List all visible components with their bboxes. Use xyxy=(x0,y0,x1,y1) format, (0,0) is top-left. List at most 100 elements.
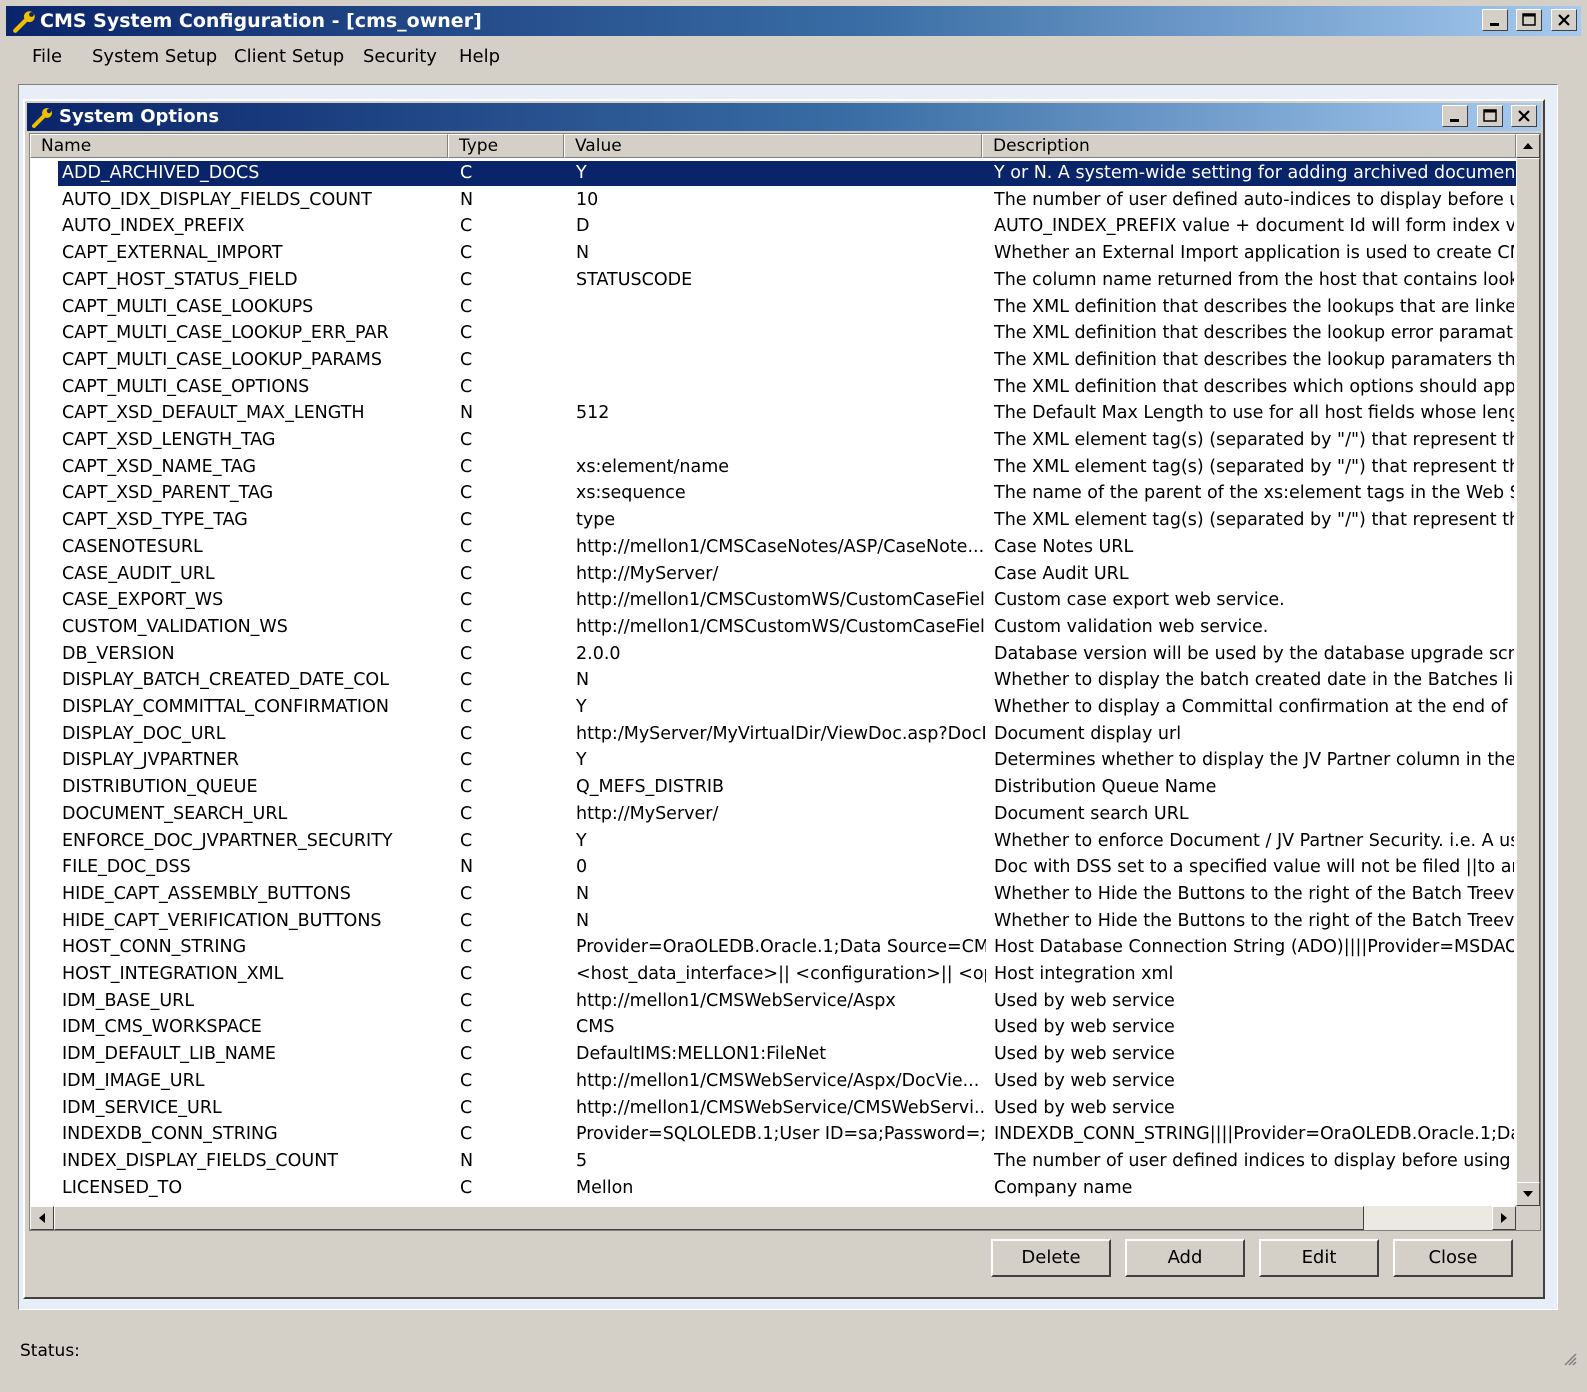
table-row[interactable]: CAPT_MULTI_CASE_LOOKUP_PARAMS C The XML de… xyxy=(30,347,1516,374)
minimize-button[interactable] xyxy=(1481,9,1508,31)
table-row[interactable]: INDEX_DISPLAY_FIELDS_COUNT N 5 The number o… xyxy=(30,1148,1516,1175)
column-header-type[interactable]: Type xyxy=(448,134,564,158)
horizontal-scroll-thumb[interactable] xyxy=(54,1206,1364,1230)
title-bar[interactable]: CMS System Configuration - [cms_owner] xyxy=(6,6,1581,36)
menu-client-setup[interactable]: Client Setup xyxy=(234,46,344,67)
table-row[interactable]: CAPT_MULTI_CASE_OPTIONS C The XML definiti… xyxy=(30,374,1516,401)
cell-name: CUSTOM_VALIDATION_WS xyxy=(62,616,288,637)
table-row[interactable]: DOCUMENT_SEARCH_URL Chttp://MyServer/Docu… xyxy=(30,801,1516,828)
table-row[interactable]: HOST_CONN_STRING C Provider=OraOLEDB.Oracl… xyxy=(30,934,1516,961)
table-row[interactable]: DISPLAY_JVPARTNER C Y Determines whether to… xyxy=(30,747,1516,774)
cell-description: Whether to display a Committal confirmat… xyxy=(994,697,1514,717)
cell-description: Used by web service xyxy=(994,1097,1175,1118)
table-row[interactable]: FILE_DOC_DSS N 0 Doc with DSS set to a spec… xyxy=(30,854,1516,881)
table-row[interactable]: IDM_SERVICE_URL Chttp://mellon1/CMSWebSer… xyxy=(30,1095,1516,1122)
table-row[interactable]: DISTRIBUTION_QUEUE C Q_MEFS_DISTRIB Distrib… xyxy=(30,774,1516,801)
table-row[interactable]: CAPT_XSD_NAME_TAG Cxs:element/name The XML… xyxy=(30,454,1516,481)
table-row[interactable]: IDM_IMAGE_URL Chttp://mellon1/CMSWebServi… xyxy=(30,1068,1516,1095)
cell-value: N xyxy=(576,670,590,691)
table-row[interactable]: CAPT_MULTI_CASE_LOOKUPS C The XML definiti… xyxy=(30,294,1516,321)
table-row[interactable]: INDEXDB_CONN_STRING C Provider=SQLOLEDB.1;… xyxy=(30,1121,1516,1148)
child-minimize-button[interactable] xyxy=(1442,105,1469,127)
table-row[interactable]: CUSTOM_VALIDATION_WS Chttp://mellon1/CMSC… xyxy=(30,614,1516,641)
scroll-up-button[interactable] xyxy=(1516,134,1540,158)
edit-button[interactable]: Edit xyxy=(1259,1239,1379,1277)
child-maximize-button[interactable] xyxy=(1476,105,1503,127)
cell-description: INDEXDB_CONN_STRING||||Provider=OraOLEDB… xyxy=(994,1124,1514,1145)
menu-file[interactable]: File xyxy=(32,46,62,67)
child-close-button[interactable] xyxy=(1511,105,1537,127)
table-row[interactable]: DISPLAY_BATCH_CREATED_DATE_COL C N Whether … xyxy=(30,667,1516,694)
table-row[interactable]: ENFORCE_DOC_JVPARTNER_SECURITY C Y Whether … xyxy=(30,828,1516,855)
horizontal-scrollbar[interactable] xyxy=(30,1206,1516,1230)
table-row[interactable]: CAPT_EXTERNAL_IMPORT C N Whether an Externa… xyxy=(30,240,1516,267)
menu-help[interactable]: Help xyxy=(459,46,500,67)
cell-value: http://mellon1/CMSWebService/CMSWebServi… xyxy=(576,1097,986,1118)
cell-type: C xyxy=(460,1017,473,1038)
cell-description: Host Database Connection String (ADO)|||… xyxy=(994,937,1514,958)
column-header-value[interactable]: Value xyxy=(564,134,982,158)
vertical-scrollbar[interactable] xyxy=(1516,134,1540,1206)
column-header-name[interactable]: Name xyxy=(30,134,448,158)
cell-description: The XML element tag(s) (separated by "/"… xyxy=(994,510,1514,531)
scroll-down-button[interactable] xyxy=(1516,1182,1540,1206)
wrench-icon xyxy=(13,11,35,33)
scrollbar-corner xyxy=(1516,1206,1540,1230)
menu-system-setup[interactable]: System Setup xyxy=(92,46,217,67)
cell-type: C xyxy=(460,990,473,1011)
cell-type: N xyxy=(460,857,474,878)
table-row[interactable]: DISPLAY_DOC_URL Chttp:/MyServer/MyVirtual… xyxy=(30,721,1516,748)
table-row[interactable]: IDM_CMS_WORKSPACE C CMS Used by web service xyxy=(30,1014,1516,1041)
add-button[interactable]: Add xyxy=(1125,1239,1245,1277)
cell-name: CAPT_MULTI_CASE_LOOKUP_ERR_PAR xyxy=(62,323,389,344)
scroll-left-button[interactable] xyxy=(30,1206,54,1230)
cell-description: The name of the parent of the xs:element… xyxy=(994,483,1514,504)
table-row[interactable]: IDM_BASE_URL Chttp://mellon1/CMSWebServic… xyxy=(30,988,1516,1015)
scroll-right-button[interactable] xyxy=(1492,1206,1516,1230)
cell-description: Used by web service xyxy=(994,990,1175,1011)
menu-security[interactable]: Security xyxy=(363,46,437,67)
cell-value: http://mellon1/CMSCustomWS/CustomCaseFie… xyxy=(576,616,986,637)
mdi-client-area: System Options Name Type Value Descripti… xyxy=(18,84,1558,1310)
cell-type: C xyxy=(460,483,473,504)
arrow-up-icon xyxy=(1523,143,1533,149)
cell-value: 5 xyxy=(576,1150,588,1171)
close-button[interactable]: Close xyxy=(1393,1239,1513,1277)
cell-value: N xyxy=(576,910,590,931)
table-row[interactable]: AUTO_INDEX_PREFIX C D AUTO_INDEX_PREFIX val… xyxy=(30,213,1516,240)
table-row[interactable]: IDM_DEFAULT_LIB_NAME C DefaultIMS:MELLON1:… xyxy=(30,1041,1516,1068)
table-row[interactable]: CAPT_XSD_LENGTH_TAG C The XML element tag(… xyxy=(30,427,1516,454)
table-row[interactable]: ADD_ARCHIVED_DOCS C Y Y or N. A system-wide… xyxy=(30,160,1516,187)
table-row[interactable]: CAPT_HOST_STATUS_FIELD C STATUSCODE The col… xyxy=(30,267,1516,294)
options-list-view[interactable]: Name Type Value Description ADD_ARCHIVED… xyxy=(29,133,1541,1231)
child-title-bar[interactable]: System Options xyxy=(27,103,1541,131)
maximize-button[interactable] xyxy=(1516,9,1543,31)
cell-description: Company name xyxy=(994,1177,1133,1198)
table-row[interactable]: AUTO_IDX_DISPLAY_FIELDS_COUNT N 10 The numb… xyxy=(30,187,1516,214)
vertical-scroll-thumb[interactable] xyxy=(1516,158,1540,1188)
close-window-button[interactable] xyxy=(1551,9,1577,31)
table-row[interactable]: HIDE_CAPT_ASSEMBLY_BUTTONS C N Whether to H… xyxy=(30,881,1516,908)
table-row[interactable]: CAPT_XSD_DEFAULT_MAX_LENGTH N 512 The Defau… xyxy=(30,400,1516,427)
table-row[interactable]: CAPT_XSD_PARENT_TAG Cxs:sequence The name … xyxy=(30,480,1516,507)
cell-description: Database version will be used by the dat… xyxy=(994,643,1514,664)
table-row[interactable]: HOST_INTEGRATION_XML C <host_data_interfac… xyxy=(30,961,1516,988)
table-row[interactable]: CASENOTESURL Chttp://mellon1/CMSCaseNotes… xyxy=(30,534,1516,561)
column-header-description[interactable]: Description xyxy=(982,134,1516,158)
cell-type: C xyxy=(460,1177,473,1198)
table-row[interactable]: DB_VERSION C 2.0.0 Database version will be… xyxy=(30,641,1516,668)
table-row[interactable]: CAPT_MULTI_CASE_LOOKUP_ERR_PAR C The XML d… xyxy=(30,320,1516,347)
list-header: Name Type Value Description xyxy=(30,134,1516,158)
table-row[interactable]: LICENSED_TO C Mellon Company name xyxy=(30,1175,1516,1202)
table-row[interactable]: CASE_EXPORT_WS Chttp://mellon1/CMSCustomW… xyxy=(30,587,1516,614)
table-row[interactable]: DISPLAY_COMMITTAL_CONFIRMATION C Y Whether … xyxy=(30,694,1516,721)
table-row[interactable]: CAPT_XSD_TYPE_TAG Ctype The XML element ta… xyxy=(30,507,1516,534)
cell-value: N xyxy=(576,883,590,904)
table-row[interactable]: CASE_AUDIT_URL Chttp://MyServer/Case Audi… xyxy=(30,561,1516,588)
arrow-down-icon xyxy=(1523,1191,1533,1197)
resize-grip-icon[interactable] xyxy=(1561,1350,1577,1366)
delete-button[interactable]: Delete xyxy=(991,1239,1111,1277)
child-window-title: System Options xyxy=(59,106,220,127)
cell-description: Y or N. A system-wide setting for adding… xyxy=(994,163,1514,183)
table-row[interactable]: HIDE_CAPT_VERIFICATION_BUTTONS C N Whether … xyxy=(30,908,1516,935)
